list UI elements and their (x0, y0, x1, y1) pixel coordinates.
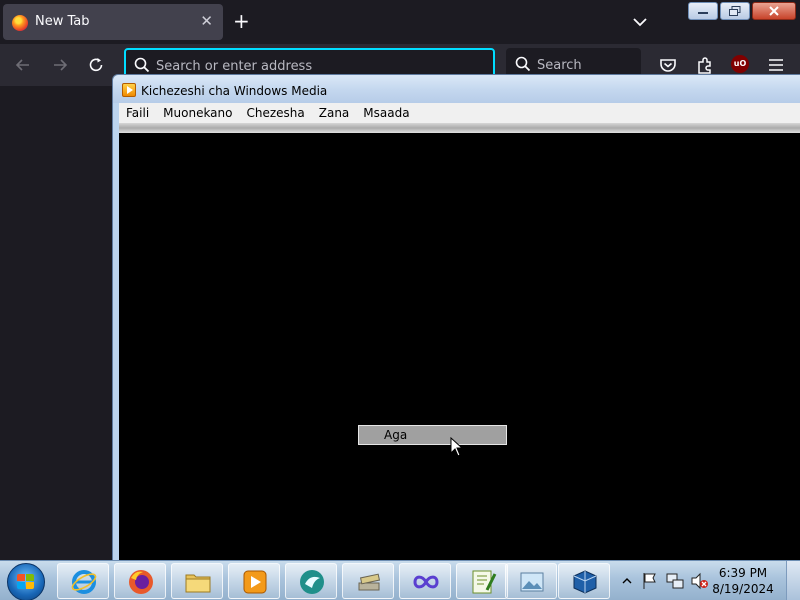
folder-icon (185, 574, 211, 593)
clock-time: 6:39 PM (718, 566, 768, 580)
menu-file[interactable]: Faili (119, 106, 156, 120)
media-player-icon (122, 83, 136, 97)
forward-arrow-icon[interactable] (51, 56, 69, 74)
tab-new-tab[interactable]: New Tab ✕ (3, 4, 223, 40)
pocket-icon[interactable] (658, 55, 678, 75)
reload-icon[interactable] (87, 56, 105, 74)
tab-close-icon[interactable]: ✕ (200, 12, 213, 30)
firefox-icon (129, 570, 153, 594)
toolbar-divider (119, 123, 800, 133)
taskbar-infinity-app[interactable] (399, 563, 451, 599)
taskbar-firefox[interactable] (114, 563, 166, 599)
taskbar-browser-app[interactable] (285, 563, 337, 599)
clock-date: 8/19/2024 (712, 582, 774, 596)
menu-play[interactable]: Chezesha (239, 106, 311, 120)
taskbar-internet-explorer[interactable] (57, 563, 109, 599)
system-clock[interactable]: 6:39 PM 8/19/2024 (708, 565, 778, 597)
back-arrow-icon[interactable] (14, 56, 32, 74)
taskbar-image-viewer[interactable] (505, 563, 557, 599)
restore-button[interactable] (720, 2, 750, 20)
taskbar-virtualbox[interactable] (558, 563, 610, 599)
taskbar-file-explorer[interactable] (171, 563, 223, 599)
action-center-flag-icon[interactable] (642, 572, 658, 590)
firefox-icon (12, 15, 28, 31)
start-button[interactable] (7, 563, 45, 600)
menu-hamburger-icon[interactable] (766, 55, 786, 75)
browser-tab-bar: New Tab ✕ + (0, 0, 800, 44)
menu-bar: Faili Muonekano Chezesha Zana Msaada (119, 103, 800, 123)
tab-title: New Tab (35, 14, 90, 29)
notepad-plus-plus-icon (472, 570, 497, 594)
list-all-tabs-chevron-icon[interactable] (630, 12, 650, 32)
video-area[interactable] (119, 133, 800, 565)
media-player-icon (243, 570, 267, 594)
drive-stack-icon (358, 573, 381, 591)
volume-muted-icon[interactable] (690, 572, 708, 590)
search-icon (515, 56, 531, 72)
teal-circle-app-icon (300, 570, 324, 594)
virtualbox-cube-icon (573, 570, 597, 594)
internet-explorer-icon (71, 570, 97, 594)
media-player-titlebar[interactable]: Kichezeshi cha Windows Media (113, 75, 800, 103)
menu-tools[interactable]: Zana (312, 106, 357, 120)
taskbar-notepad-plus-plus[interactable] (456, 563, 508, 599)
minimize-button[interactable] (688, 2, 718, 20)
show-hidden-icons-icon[interactable] (622, 576, 632, 586)
ublock-origin-icon[interactable]: uO (731, 55, 749, 73)
extensions-puzzle-icon[interactable] (695, 55, 715, 75)
new-tab-plus-icon[interactable]: + (233, 10, 250, 32)
window-controls (688, 2, 796, 20)
mouse-cursor-icon (450, 437, 464, 457)
menu-view[interactable]: Muonekano (156, 106, 239, 120)
taskbar: 6:39 PM 8/19/2024 (0, 560, 800, 600)
popup-label: Aga (384, 428, 408, 442)
infinity-icon (413, 575, 439, 589)
popup-menu-item[interactable]: Aga (358, 425, 507, 445)
search-bar-placeholder: Search (537, 58, 582, 73)
search-icon (134, 57, 150, 73)
taskbar-media-player[interactable] (228, 563, 280, 599)
network-icon[interactable] (666, 572, 684, 590)
windows-logo-icon (17, 574, 35, 590)
media-player-window: Kichezeshi cha Windows Media Faili Muone… (112, 74, 800, 565)
taskbar-file-manager[interactable] (342, 563, 394, 599)
picture-icon (520, 572, 544, 592)
close-window-button[interactable] (752, 2, 796, 20)
menu-help[interactable]: Msaada (356, 106, 416, 120)
show-desktop-button[interactable] (786, 561, 800, 600)
window-title: Kichezeshi cha Windows Media (141, 84, 328, 98)
